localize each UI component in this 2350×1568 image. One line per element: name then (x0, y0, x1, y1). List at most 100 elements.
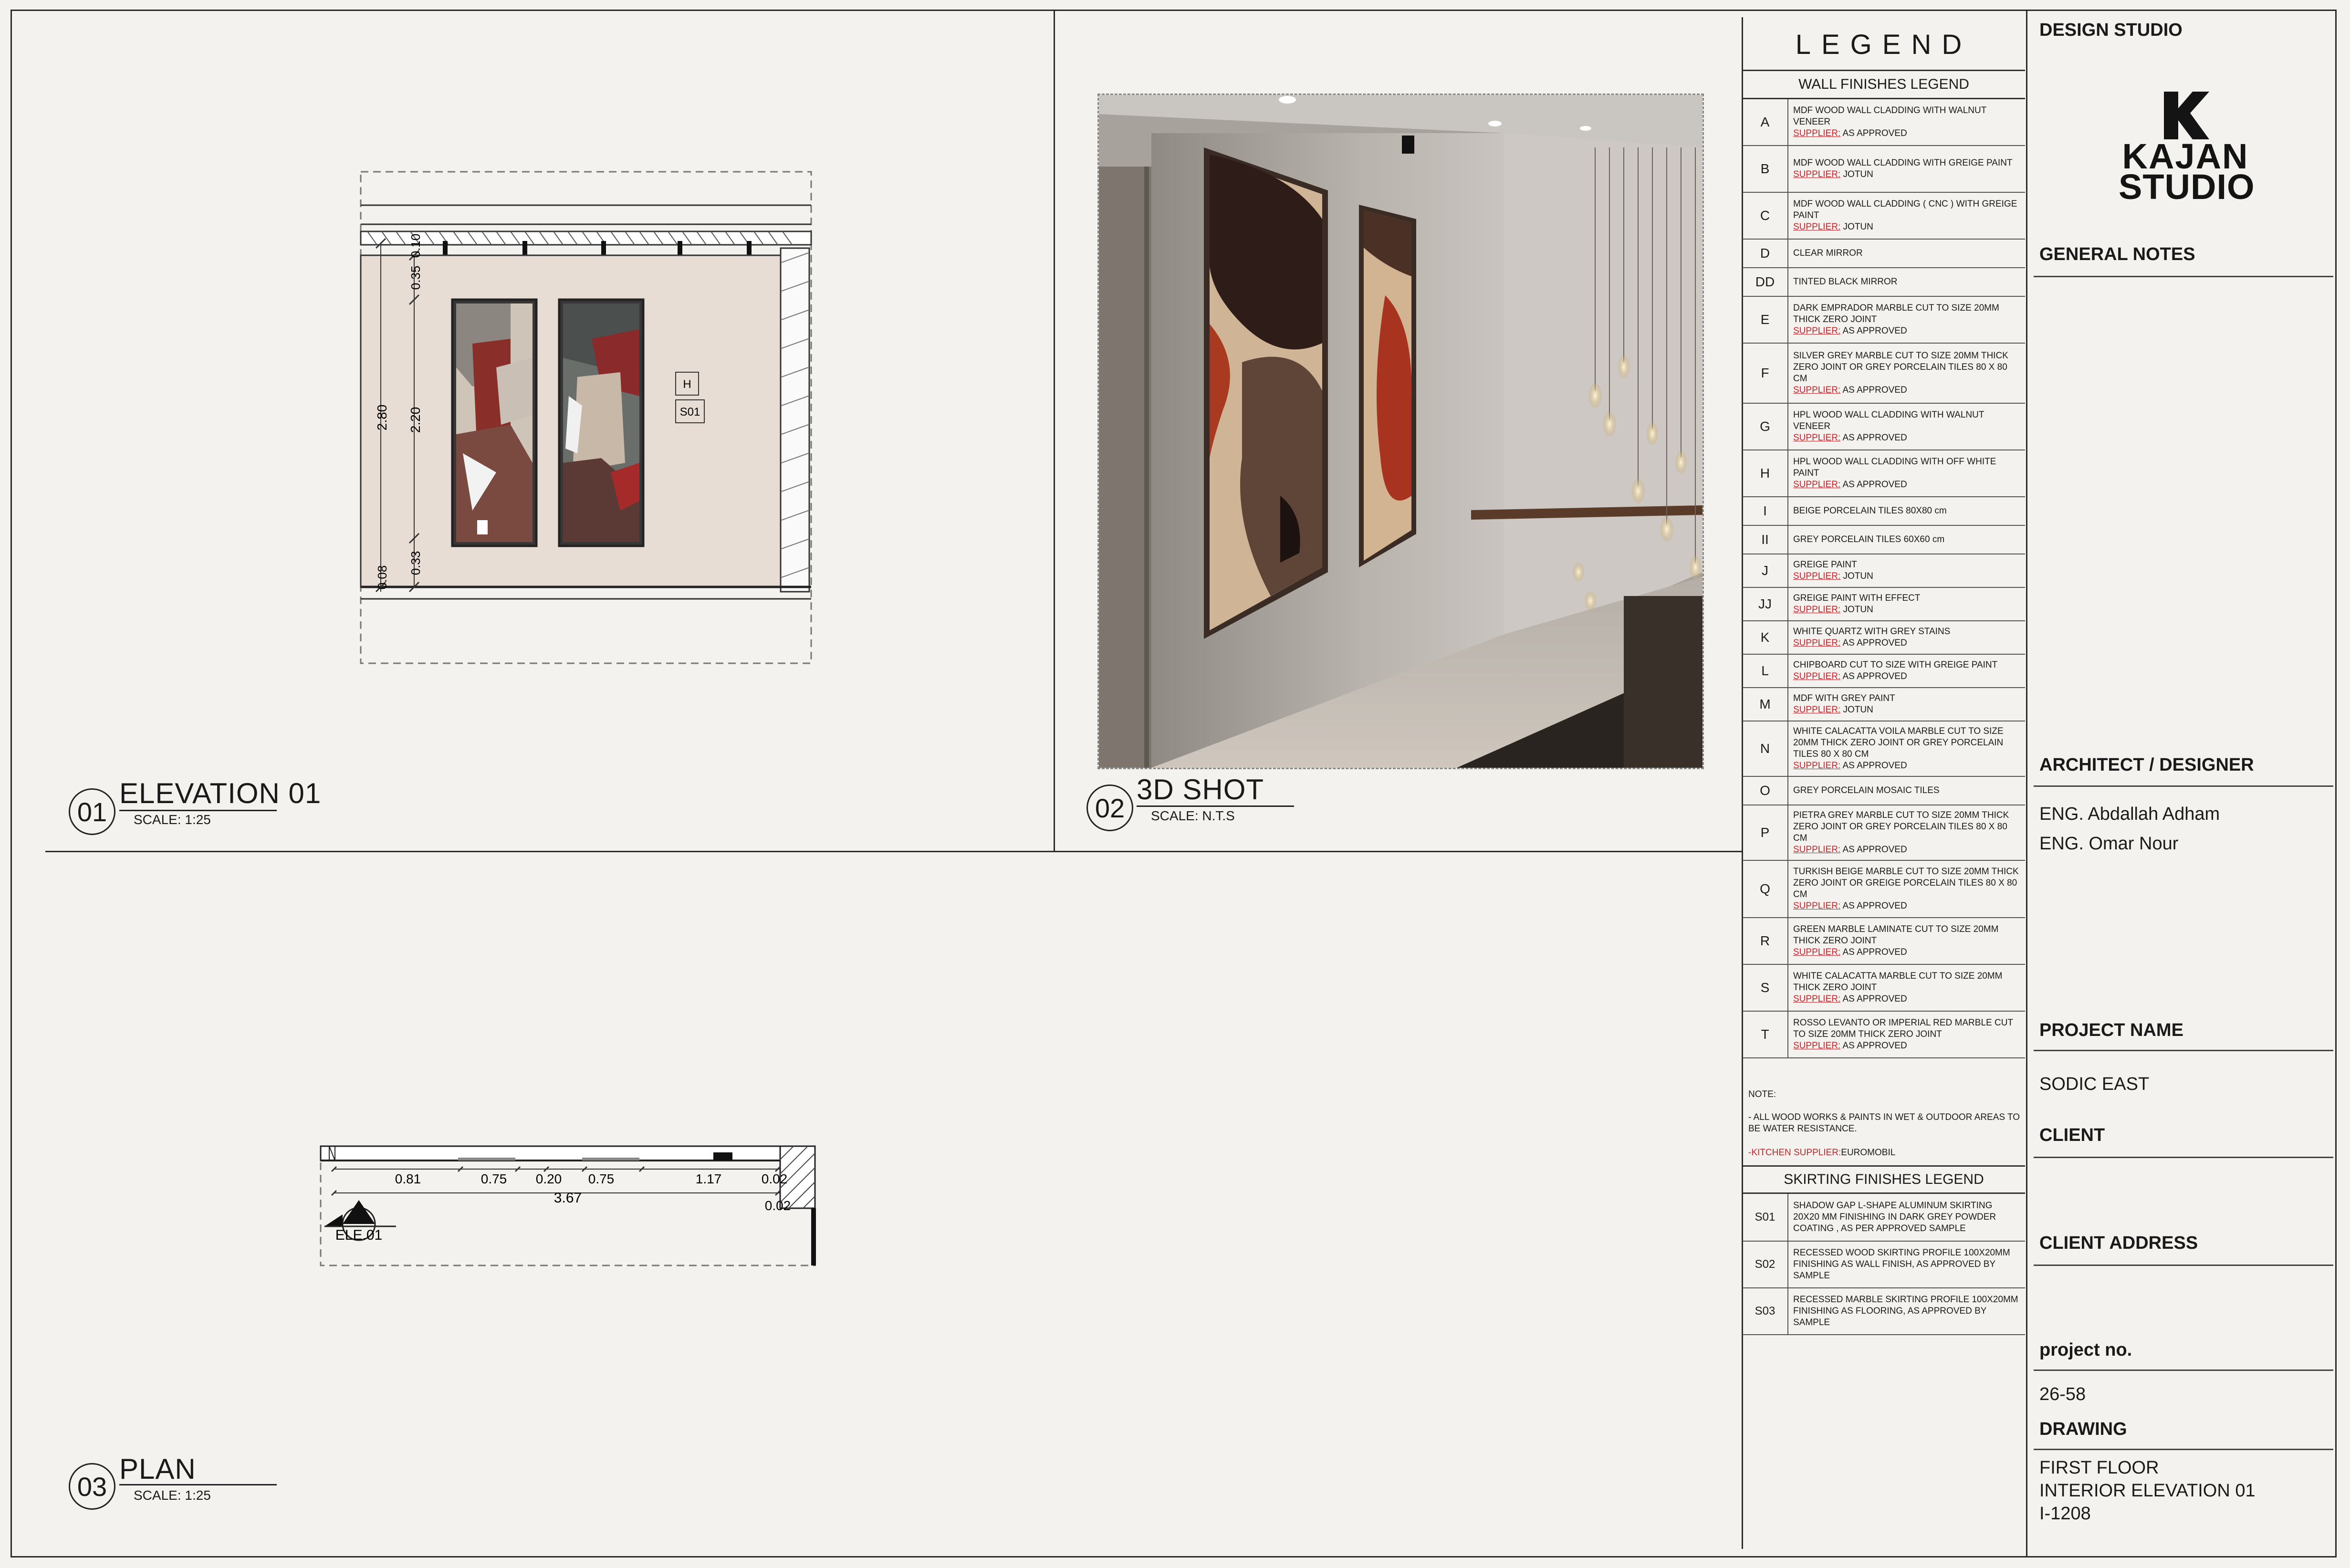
dim-top: 0.35 (408, 266, 423, 290)
wall-finish-description: GREIGE PAINT WITH EFFECT SUPPLIER: JOTUN (1788, 588, 1925, 620)
wall-finish-row: G HPL WOOD WALL CLADDING WITH WALNUT VENE… (1743, 404, 2025, 450)
client-address-label: CLIENT ADDRESS (2039, 1233, 2198, 1253)
supplier-label: SUPPLIER: (1793, 169, 1841, 179)
supplier-label: SUPPLIER: (1793, 705, 1841, 715)
supplier-value: AS APPROVED (1842, 638, 1907, 648)
wall-finish-code: C (1743, 193, 1788, 239)
dim-painting: 2.20 (408, 407, 423, 433)
project-name-rule (2034, 1050, 2333, 1051)
plan-dim-5: 1.17 (696, 1171, 722, 1186)
supplier-label: SUPPLIER: (1793, 761, 1841, 771)
wall-finish-supplier: SUPPLIER: JOTUN (1793, 704, 1895, 716)
supplier-value: AS APPROVED (1842, 1041, 1907, 1051)
design-studio-label: DESIGN STUDIO (2039, 20, 2183, 40)
project-no-rule (2034, 1369, 2333, 1371)
drawing-line-3: I-1208 (2039, 1504, 2091, 1524)
wall-finish-text: MDF WOOD WALL CLADDING ( CNC ) WITH GREI… (1793, 199, 2017, 220)
wall-finish-row: A MDF WOOD WALL CLADDING WITH WALNUT VENE… (1743, 99, 2025, 146)
wall-finish-text: WHITE QUARTZ WITH GREY STAINS (1793, 627, 1951, 637)
wall-finish-code: S (1743, 965, 1788, 1011)
studio-logo: KAJAN STUDIO (2119, 92, 2255, 205)
wall-finish-code: B (1743, 146, 1788, 192)
wall-finish-text: HPL WOOD WALL CLADDING WITH OFF WHITE PA… (1793, 457, 1996, 478)
general-notes-rule (2034, 276, 2333, 277)
wall-finish-supplier: SUPPLIER: AS APPROVED (1793, 993, 2020, 1005)
plan-dim-3: 0.20 (536, 1171, 562, 1186)
wall-finish-code: K (1743, 621, 1788, 654)
wall-finish-row: D CLEAR MIRROR (1743, 240, 2025, 268)
plan-drawing: 0.81 0.75 0.20 0.75 1.17 0.02 3.67 0.02 … (320, 1145, 816, 1266)
supplier-value: AS APPROVED (1842, 994, 1907, 1004)
wall-finish-code: DD (1743, 268, 1788, 296)
skirting-description: RECESSED WOOD SKIRTING PROFILE 100X20MM … (1793, 1248, 2010, 1281)
plan-dim-total: 3.67 (554, 1190, 582, 1206)
divider-vertical (1054, 10, 1055, 852)
wall-finish-text: SILVER GREY MARBLE CUT TO SIZE 20MM THIC… (1793, 351, 2008, 384)
wall-finishes-heading: WALL FINISHES LEGEND (1743, 70, 2025, 99)
wall-finish-row: M MDF WITH GREY PAINT SUPPLIER: JOTUN (1743, 688, 2025, 721)
project-name-value: SODIC EAST (2039, 1074, 2150, 1094)
wall-finish-row: H HPL WOOD WALL CLADDING WITH OFF WHITE P… (1743, 450, 2025, 497)
wall-finish-description: GREY PORCELAIN MOSAIC TILES (1788, 777, 1944, 805)
wall-finish-supplier: SUPPLIER: AS APPROVED (1793, 385, 2020, 396)
wall-finish-code: D (1743, 240, 1788, 267)
wall-finish-code: J (1743, 554, 1788, 587)
wall-finish-row: II GREY PORCELAIN TILES 60X60 cm (1743, 526, 2025, 554)
drawing-rule (2034, 1449, 2333, 1450)
skirting-code: S01 (1743, 1194, 1788, 1241)
wall-finish-text: PIETRA GREY MARBLE CUT TO SIZE 20MM THIC… (1793, 810, 2009, 843)
wall-finish-description: HPL WOOD WALL CLADDING WITH WALNUT VENEE… (1788, 404, 2025, 449)
wall-finish-supplier: SUPPLIER: AS APPROVED (1793, 844, 2020, 856)
plan-dim-2: 0.75 (481, 1171, 507, 1186)
view-underline-03 (119, 1484, 277, 1485)
view-title-elevation: ELEVATION 01 (119, 777, 322, 809)
wall-finish-text: GREY PORCELAIN MOSAIC TILES (1793, 785, 1940, 795)
skirting-description: SHADOW GAP L-SHAPE ALUMINUM SKIRTING 20X… (1793, 1201, 1996, 1233)
skirting-description: RECESSED MARBLE SKIRTING PROFILE 100X20M… (1793, 1295, 2018, 1328)
supplier-label: SUPPLIER: (1793, 571, 1841, 581)
wall-finish-code: G (1743, 404, 1788, 449)
supplier-label: SUPPLIER: (1793, 901, 1841, 911)
wall-finish-supplier: SUPPLIER: JOTUN (1793, 221, 2020, 233)
plan-section-marker: ELE.01 (335, 1227, 382, 1243)
drawing-line-1: FIRST FLOOR (2039, 1458, 2159, 1478)
kitchen-supplier-label: -KITCHEN SUPPLIER: (1748, 1148, 1841, 1158)
elevation-drawing: H S01 2.80 0.08 0.35 0.10 2.20 0.33 (360, 171, 812, 664)
wall-finish-supplier: SUPPLIER: AS APPROVED (1793, 947, 2020, 958)
dim-bottom: 0.33 (408, 551, 423, 575)
view-scale-02: SCALE: N.T.S (1151, 808, 1235, 823)
supplier-value: JOTUN (1843, 222, 1873, 232)
elevation-painting-1 (451, 298, 538, 547)
client-label: CLIENT (2039, 1125, 2105, 1145)
wall-finish-description: GREY PORCELAIN TILES 60X60 cm (1788, 526, 1949, 554)
project-no-label: project no. (2039, 1340, 2132, 1360)
general-notes-label: GENERAL NOTES (2039, 244, 2195, 264)
divider-horizontal (45, 851, 1743, 852)
legend-note-text: - ALL WOOD WORKS & PAINTS IN WET & OUTDO… (1748, 1112, 2020, 1134)
architect-rule (2034, 785, 2333, 787)
wall-finish-supplier: SUPPLIER: JOTUN (1793, 604, 1920, 616)
dim-floor: 0.08 (375, 565, 389, 590)
wall-finish-supplier: SUPPLIER: AS APPROVED (1793, 900, 2020, 912)
architect-1: ENG. Abdallah Adham (2039, 804, 2220, 824)
wall-finish-code: II (1743, 526, 1788, 554)
wall-finish-text: WHITE CALACATTA VOILA MARBLE CUT TO SIZE… (1793, 726, 2004, 759)
wall-finish-description: ROSSO LEVANTO OR IMPERIAL RED MARBLE CUT… (1788, 1012, 2025, 1057)
wall-finish-row: N WHITE CALACATTA VOILA MARBLE CUT TO SIZ… (1743, 721, 2025, 777)
wall-finish-code: M (1743, 688, 1788, 721)
wall-finish-row: L CHIPBOARD CUT TO SIZE WITH GREIGE PAINT… (1743, 655, 2025, 688)
wall-finish-description: TURKISH BEIGE MARBLE CUT TO SIZE 20MM TH… (1788, 861, 2025, 917)
supplier-label: SUPPLIER: (1793, 671, 1841, 681)
dim-height-total: 2.80 (375, 405, 389, 431)
wall-finish-text: MDF WOOD WALL CLADDING WITH GREIGE PAINT (1793, 158, 2013, 168)
wall-finish-row: T ROSSO LEVANTO OR IMPERIAL RED MARBLE CU… (1743, 1012, 2025, 1058)
wall-finish-text: ROSSO LEVANTO OR IMPERIAL RED MARBLE CUT… (1793, 1018, 2013, 1039)
supplier-value: AS APPROVED (1842, 128, 1907, 138)
view-underline-02 (1137, 805, 1294, 807)
supplier-label: SUPPLIER: (1793, 947, 1841, 957)
supplier-label: SUPPLIER: (1793, 1041, 1841, 1051)
wall-finish-supplier: SUPPLIER: JOTUN (1793, 571, 1873, 582)
wall-finish-text: GREIGE PAINT WITH EFFECT (1793, 593, 1921, 603)
wall-finish-supplier: SUPPLIER: AS APPROVED (1793, 128, 2020, 139)
view-scale-03: SCALE: 1:25 (134, 1488, 211, 1503)
